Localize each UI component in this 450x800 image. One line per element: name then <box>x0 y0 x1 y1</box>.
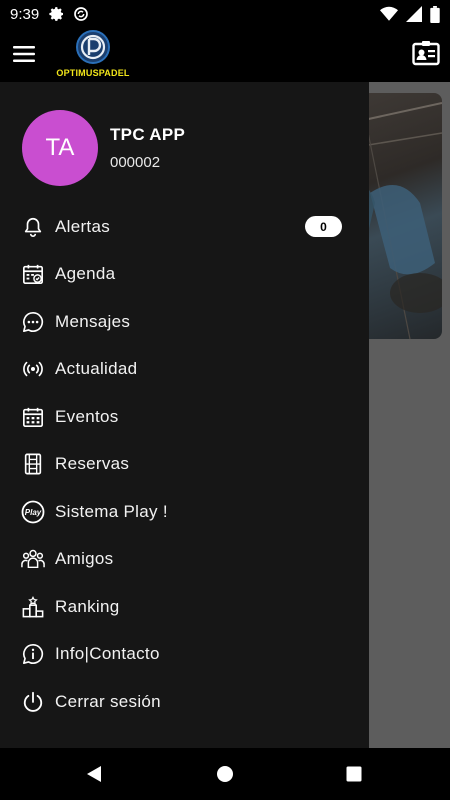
back-icon <box>87 766 101 782</box>
menu-item-label: Eventos <box>55 406 119 426</box>
gear-icon <box>49 6 65 22</box>
drawer-menu: Alertas 0 Agenda Mensajes Actualidad Eve… <box>0 203 369 726</box>
menu-item-ranking[interactable]: Ranking <box>0 583 369 631</box>
hamburger-icon <box>13 46 35 62</box>
menu-item-label: Cerrar sesión <box>55 691 161 711</box>
recents-button[interactable] <box>342 762 366 786</box>
menu-item-label: Mensajes <box>55 311 131 331</box>
calendar-check-icon <box>21 262 45 286</box>
menu-item-label: Info|Contacto <box>55 644 160 664</box>
power-icon <box>21 690 45 714</box>
app-logo: OPTIMUSPADEL <box>56 30 130 80</box>
contact-card-button[interactable] <box>412 40 440 66</box>
app-bar: OPTIMUSPADEL <box>0 28 450 82</box>
podium-icon <box>21 595 45 619</box>
system-navigation-bar <box>0 748 450 800</box>
contact-card-icon <box>412 41 440 66</box>
menu-item-label: Ranking <box>55 596 120 616</box>
menu-item-label: Sistema Play ! <box>55 501 168 521</box>
avatar[interactable]: TA <box>22 110 98 186</box>
menu-item-label: Alertas <box>55 216 111 236</box>
menu-item-amigos[interactable]: Amigos <box>0 536 369 584</box>
calendar-grid-icon <box>21 405 45 429</box>
recents-icon <box>346 766 362 782</box>
alerts-count-badge: 0 <box>305 216 342 237</box>
profile-header[interactable]: TA TPC APP 000002 <box>22 110 185 186</box>
menu-item-actualidad[interactable]: Actualidad <box>0 346 369 394</box>
play-badge-icon: Play <box>21 500 45 524</box>
logo-text: OPTIMUSPADEL <box>56 68 130 78</box>
menu-item-alertas[interactable]: Alertas 0 <box>0 203 369 251</box>
chat-bubble-icon <box>21 310 45 334</box>
menu-item-sistema-play[interactable]: Play Sistema Play ! <box>0 488 369 536</box>
menu-item-label: Actualidad <box>55 359 138 379</box>
menu-item-cerrar-sesion[interactable]: Cerrar sesión <box>0 678 369 726</box>
logo-emblem-icon <box>76 30 110 64</box>
info-icon <box>21 642 45 666</box>
menu-item-eventos[interactable]: Eventos <box>0 393 369 441</box>
back-button[interactable] <box>82 762 106 786</box>
menu-item-label: Reservas <box>55 454 130 474</box>
menu-item-info-contacto[interactable]: Info|Contacto <box>0 631 369 679</box>
status-bar: 9:39 <box>0 0 450 28</box>
home-icon <box>217 766 233 782</box>
profile-id: 000002 <box>110 154 161 171</box>
bell-icon <box>21 215 45 239</box>
wifi-icon <box>380 6 398 22</box>
status-time: 9:39 <box>10 5 40 23</box>
menu-item-label: Amigos <box>55 549 114 569</box>
svg-text:Play: Play <box>25 508 42 517</box>
home-button[interactable] <box>213 762 237 786</box>
battery-icon <box>430 5 440 23</box>
broadcast-icon <box>21 357 45 381</box>
sync-icon <box>73 6 89 22</box>
menu-button[interactable] <box>12 42 36 66</box>
signal-icon <box>406 6 422 22</box>
court-icon <box>21 452 45 476</box>
people-icon <box>21 547 45 571</box>
menu-item-mensajes[interactable]: Mensajes <box>0 298 369 346</box>
menu-item-label: Agenda <box>55 264 116 284</box>
profile-name: TPC APP <box>110 125 186 144</box>
menu-item-agenda[interactable]: Agenda <box>0 251 369 299</box>
navigation-drawer: TA TPC APP 000002 Alertas 0 Agenda Mensa… <box>0 82 369 748</box>
menu-item-reservas[interactable]: Reservas <box>0 441 369 489</box>
